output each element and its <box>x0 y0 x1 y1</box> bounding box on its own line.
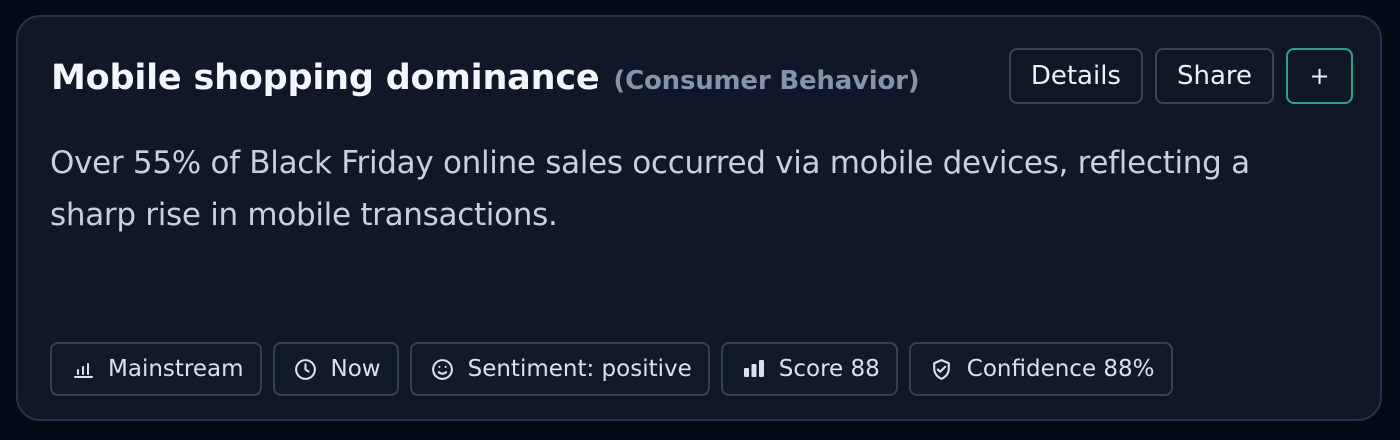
trend-card: Mobile shopping dominance (Consumer Behav… <box>16 15 1382 421</box>
add-button[interactable]: + <box>1286 48 1353 104</box>
card-title-row: Mobile shopping dominance (Consumer Behav… <box>51 58 920 98</box>
tag-confidence: Confidence 88% <box>908 342 1173 396</box>
tag-time: Now <box>272 342 399 396</box>
score-bars-icon <box>741 356 767 382</box>
tag-label: Sentiment: positive <box>467 356 692 382</box>
tag-label: Confidence 88% <box>966 356 1155 382</box>
tag-mainstream: Mainstream <box>50 342 262 396</box>
tag-sentiment: Sentiment: positive <box>409 342 710 396</box>
tag-label: Score 88 <box>778 356 880 382</box>
category-label: (Consumer Behavior) <box>613 66 920 96</box>
shield-check-icon <box>929 356 955 382</box>
card-actions: Details Share + <box>1008 48 1353 104</box>
smile-icon <box>430 356 456 382</box>
share-button[interactable]: Share <box>1154 48 1274 104</box>
tag-label: Now <box>330 356 381 382</box>
bar-chart-icon <box>70 356 96 382</box>
tag-label: Mainstream <box>108 356 244 382</box>
details-button[interactable]: Details <box>1008 48 1143 104</box>
card-title: Mobile shopping dominance <box>51 58 600 98</box>
tag-list: Mainstream Now Sentiment: positive Score… <box>50 342 1173 396</box>
tag-score: Score 88 <box>720 342 898 396</box>
card-description: Over 55% of Black Friday online sales oc… <box>50 145 1250 233</box>
clock-icon <box>293 356 319 382</box>
